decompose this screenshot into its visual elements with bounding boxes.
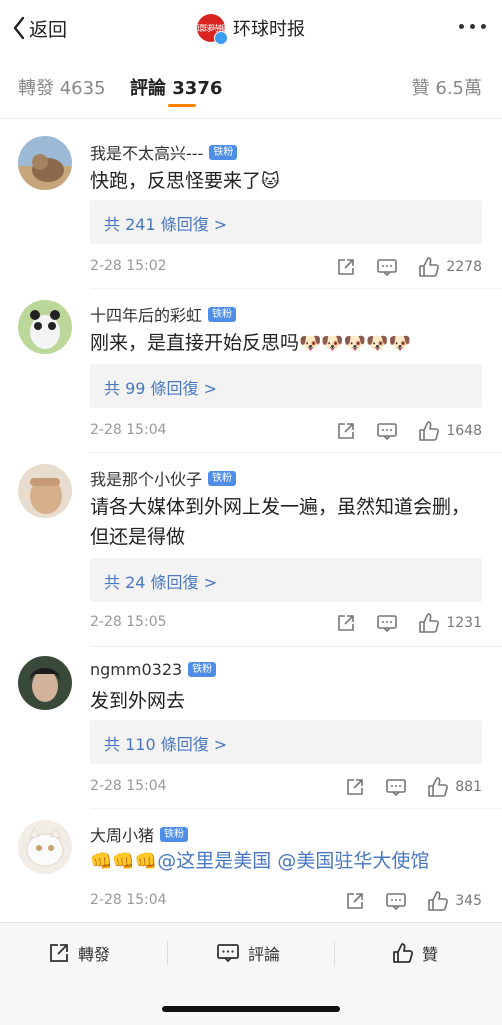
fan-badge: 铁粉 (188, 662, 217, 677)
share-icon[interactable] (345, 891, 365, 911)
comment-text: 快跑，反思怪要来了🐱 (90, 170, 280, 192)
tab-comments[interactable]: 評論 3376 (130, 74, 222, 100)
comment-time: 2-28 15:04 (90, 422, 167, 438)
active-tab-indicator (168, 104, 196, 107)
comment-time: 2-28 15:04 (90, 778, 167, 794)
fist-emoji-icon: 👊👊👊 (90, 851, 158, 872)
comment-text: 请各大媒体到外网上发一遍，虽然知道会删，但还是得做 (90, 496, 471, 548)
comment-icon[interactable] (385, 777, 407, 797)
cat-emoji-icon: 🐱 (261, 171, 280, 192)
replies-link[interactable]: 共 99 條回復 > (90, 364, 482, 408)
comment-icon[interactable] (376, 421, 398, 441)
more-icon[interactable] (459, 24, 486, 29)
like-button[interactable]: 2278 (418, 256, 482, 278)
back-button[interactable]: 返回 (12, 14, 67, 42)
repost-button[interactable]: 轉發 (48, 939, 110, 967)
divider (90, 452, 502, 453)
mention-link[interactable]: @这里是美国 (157, 850, 271, 872)
comment-time: 2-28 15:02 (90, 258, 167, 274)
repost-label: 轉發 (78, 945, 111, 964)
like-button[interactable]: 345 (427, 890, 482, 912)
avatar[interactable] (18, 300, 72, 354)
share-icon (50, 944, 68, 962)
comment-button[interactable]: 評論 (216, 939, 280, 967)
avatar[interactable] (18, 464, 72, 518)
like-count: 1648 (446, 423, 482, 439)
home-indicator[interactable] (162, 1006, 340, 1012)
fan-badge: 铁粉 (208, 306, 237, 322)
divider (90, 646, 502, 647)
divider (90, 288, 502, 289)
comment-time: 2-28 15:05 (90, 614, 167, 630)
like-count: 345 (455, 893, 482, 909)
share-icon[interactable] (336, 613, 356, 633)
top-nav: 返回 環球時報 环球时报 (0, 0, 502, 56)
avatar[interactable] (18, 136, 72, 190)
divider (167, 941, 168, 965)
user-name[interactable]: ngmm0323 (90, 660, 182, 679)
user-name[interactable]: 十四年后的彩虹 (90, 302, 202, 326)
account-logo: 環球時報 (197, 14, 228, 45)
comment-icon[interactable] (385, 891, 407, 911)
avatar[interactable] (18, 820, 72, 874)
share-icon[interactable] (336, 257, 356, 277)
user-name[interactable]: 大周小猪 (90, 822, 154, 846)
comment-icon (217, 944, 239, 963)
replies-link[interactable]: 共 24 條回復 > (90, 558, 482, 602)
divider (0, 118, 502, 119)
comment-text: 发到外网去 (90, 690, 186, 712)
fan-badge: 铁粉 (209, 144, 238, 160)
like-button[interactable]: 贊 (392, 939, 438, 967)
verified-icon (214, 31, 228, 45)
comment-text: 👊👊👊@这里是美国 @美国驻华大使馆 (90, 846, 478, 877)
like-icon (419, 421, 440, 441)
divider (90, 808, 502, 809)
fan-badge: 铁粉 (160, 826, 189, 842)
fan-badge: 铁粉 (208, 470, 237, 486)
tab-bar: 轉發 4635 評論 3376 贊 6.5萬 (0, 60, 502, 112)
chevron-left-icon (13, 16, 25, 40)
comment-icon[interactable] (376, 613, 398, 633)
mention-link[interactable]: @美国驻华大使馆 (277, 850, 429, 872)
like-button[interactable]: 1648 (418, 420, 482, 442)
comment-label: 評論 (248, 945, 281, 964)
like-count: 1231 (446, 615, 482, 631)
user-name[interactable]: 我是不太高兴--- (90, 140, 203, 164)
like-count: 2278 (446, 259, 482, 275)
like-button[interactable]: 881 (427, 776, 482, 798)
account-name: 环球时报 (233, 19, 305, 40)
share-icon[interactable] (345, 777, 365, 797)
dog-emoji-icon: 🐶🐶🐶🐶🐶 (299, 333, 412, 354)
like-icon (419, 257, 440, 277)
replies-link[interactable]: 共 241 條回復 > (90, 200, 482, 244)
back-label: 返回 (29, 18, 68, 41)
like-icon (419, 613, 440, 633)
like-count: 881 (455, 779, 482, 795)
comment-time: 2-28 15:04 (90, 892, 167, 908)
user-name[interactable]: 我是那个小伙子 (90, 466, 202, 490)
tab-likes[interactable]: 贊 6.5萬 (412, 74, 482, 100)
like-label: 贊 (422, 945, 439, 964)
account-header[interactable]: 環球時報 环球时报 (197, 12, 305, 45)
comment-text: 刚来，是直接开始反思吗🐶🐶🐶🐶🐶 (90, 332, 412, 354)
tab-repost[interactable]: 轉發 4635 (18, 74, 106, 100)
divider (334, 941, 335, 965)
replies-link[interactable]: 共 110 條回復 > (90, 720, 482, 764)
comment-icon[interactable] (376, 257, 398, 277)
like-icon (428, 891, 449, 911)
share-icon[interactable] (336, 421, 356, 441)
like-icon (393, 943, 414, 963)
like-button[interactable]: 1231 (418, 612, 482, 634)
like-icon (428, 777, 449, 797)
avatar[interactable] (18, 656, 72, 710)
